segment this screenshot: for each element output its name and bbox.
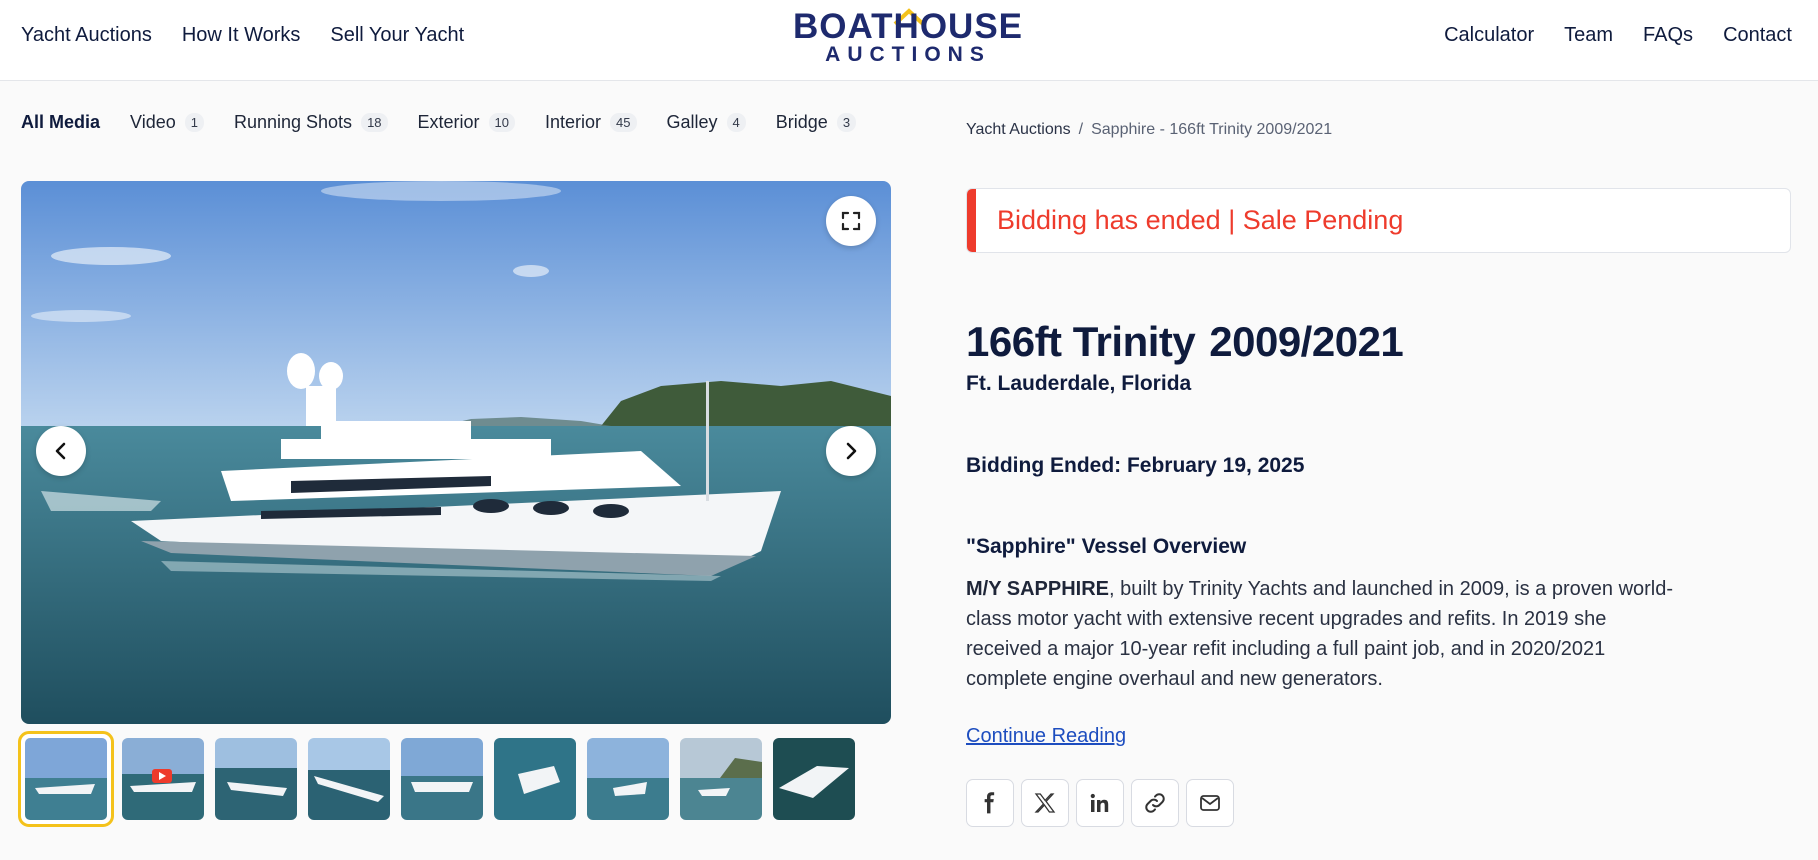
- thumbnail-image: [494, 738, 576, 820]
- continue-reading-link[interactable]: Continue Reading: [966, 725, 1126, 748]
- tab-running-shots[interactable]: Running Shots 18: [234, 112, 388, 133]
- listing-title-model: 166ft Trinity: [966, 318, 1196, 365]
- thumbnail-image: [401, 738, 483, 820]
- tab-exterior[interactable]: Exterior 10: [417, 112, 516, 133]
- site-header: Yacht Auctions How It Works Sell Your Ya…: [0, 0, 1818, 81]
- tab-label: Galley: [666, 112, 718, 132]
- nav-yacht-auctions[interactable]: Yacht Auctions: [21, 24, 152, 47]
- tab-video[interactable]: Video 1: [130, 112, 204, 133]
- overview-lead: M/Y SAPPHIRE: [966, 578, 1109, 600]
- primary-nav: Yacht Auctions How It Works Sell Your Ya…: [21, 24, 464, 47]
- thumbnail-5[interactable]: [401, 738, 483, 820]
- logo-wordmark-top: BOATHOUSE: [793, 7, 1024, 46]
- thumbnail-image: [773, 738, 855, 820]
- breadcrumb-separator: /: [1078, 121, 1084, 138]
- thumbnail-image: [587, 738, 669, 820]
- share-facebook-button[interactable]: [966, 779, 1014, 827]
- logo-wordmark-bottom: AUCTIONS: [825, 43, 991, 66]
- bidding-ended-date: Bidding Ended: February 19, 2025: [966, 454, 1305, 477]
- fullscreen-button[interactable]: [826, 196, 876, 246]
- tab-count-badge: 4: [726, 113, 746, 132]
- share-linkedin-button[interactable]: [1076, 779, 1124, 827]
- share-x-button[interactable]: [1021, 779, 1069, 827]
- tab-count-badge: 45: [610, 113, 637, 132]
- breadcrumb: Yacht Auctions / Sapphire - 166ft Trinit…: [966, 121, 1332, 139]
- thumbnail-1[interactable]: [18, 731, 114, 827]
- nav-calculator[interactable]: Calculator: [1444, 24, 1534, 47]
- chevron-left-icon: [55, 442, 66, 460]
- secondary-nav: Calculator Team FAQs Contact: [1444, 24, 1792, 47]
- listing-title: 166ft Trinity 2009/2021: [966, 318, 1404, 366]
- site-logo[interactable]: BOATHOUSE AUCTIONS: [793, 7, 1024, 66]
- overview-heading: "Sapphire" Vessel Overview: [966, 535, 1247, 558]
- fullscreen-icon: [841, 211, 861, 231]
- auction-status-banner: Bidding has ended | Sale Pending: [966, 188, 1791, 253]
- tab-label: All Media: [21, 112, 101, 132]
- thumbnail-3[interactable]: [215, 738, 297, 820]
- thumbnail-image: [122, 738, 204, 820]
- thumbnail-8[interactable]: [680, 738, 762, 820]
- previous-image-button[interactable]: [36, 426, 86, 476]
- nav-how-it-works[interactable]: How It Works: [182, 24, 301, 47]
- overview-text: M/Y SAPPHIRE, built by Trinity Yachts an…: [966, 574, 1686, 694]
- tab-label: Exterior: [417, 112, 480, 132]
- share-buttons: [966, 779, 1234, 827]
- tab-interior[interactable]: Interior 45: [545, 112, 637, 133]
- next-image-button[interactable]: [826, 426, 876, 476]
- tab-all-media[interactable]: All Media: [21, 112, 100, 133]
- breadcrumb-link-yacht-auctions[interactable]: Yacht Auctions: [966, 121, 1071, 139]
- share-email-button[interactable]: [1186, 779, 1234, 827]
- yacht-photo-illustration: [21, 181, 891, 724]
- thumbnail-7[interactable]: [587, 738, 669, 820]
- nav-sell-your-yacht[interactable]: Sell Your Yacht: [330, 24, 464, 47]
- main-yacht-photo[interactable]: [21, 181, 891, 724]
- tab-count-badge: 18: [361, 113, 388, 132]
- tab-count-badge: 10: [488, 113, 516, 132]
- media-filter-tabs: All Media Video 1 Running Shots 18 Exter…: [21, 112, 886, 133]
- thumbnail-image: [680, 738, 762, 820]
- thumbnail-image: [308, 738, 390, 820]
- thumbnail-4[interactable]: [308, 738, 390, 820]
- thumbnail-strip: [18, 731, 855, 827]
- thumbnail-image: [215, 738, 297, 820]
- breadcrumb-current: Sapphire - 166ft Trinity 2009/2021: [1091, 121, 1333, 138]
- status-text: Bidding has ended | Sale Pending: [997, 205, 1404, 235]
- status-accent-bar: [967, 189, 976, 252]
- facebook-icon: [984, 792, 995, 814]
- x-icon: [1034, 793, 1056, 813]
- tab-bridge[interactable]: Bridge 3: [775, 112, 857, 133]
- thumbnail-9[interactable]: [773, 738, 855, 820]
- thumbnail-6[interactable]: [494, 738, 576, 820]
- tab-label: Interior: [545, 112, 602, 132]
- tab-label: Video: [130, 112, 176, 132]
- link-icon: [1145, 793, 1165, 813]
- tab-count-badge: 1: [184, 113, 204, 132]
- listing-title-year: 2009/2021: [1209, 318, 1404, 365]
- thumbnail-image: [25, 738, 107, 820]
- copy-link-button[interactable]: [1131, 779, 1179, 827]
- linkedin-icon: [1090, 793, 1109, 812]
- chevron-right-icon: [846, 442, 857, 460]
- listing-location: Ft. Lauderdale, Florida: [966, 372, 1192, 395]
- thumbnail-2-video[interactable]: [122, 738, 204, 820]
- nav-team[interactable]: Team: [1564, 24, 1613, 47]
- tab-label: Bridge: [775, 112, 828, 132]
- nav-faqs[interactable]: FAQs: [1643, 24, 1693, 47]
- tab-galley[interactable]: Galley 4: [667, 112, 746, 133]
- nav-contact[interactable]: Contact: [1723, 24, 1792, 47]
- tab-count-badge: 3: [836, 113, 857, 132]
- tab-label: Running Shots: [233, 112, 353, 132]
- email-icon: [1200, 795, 1220, 811]
